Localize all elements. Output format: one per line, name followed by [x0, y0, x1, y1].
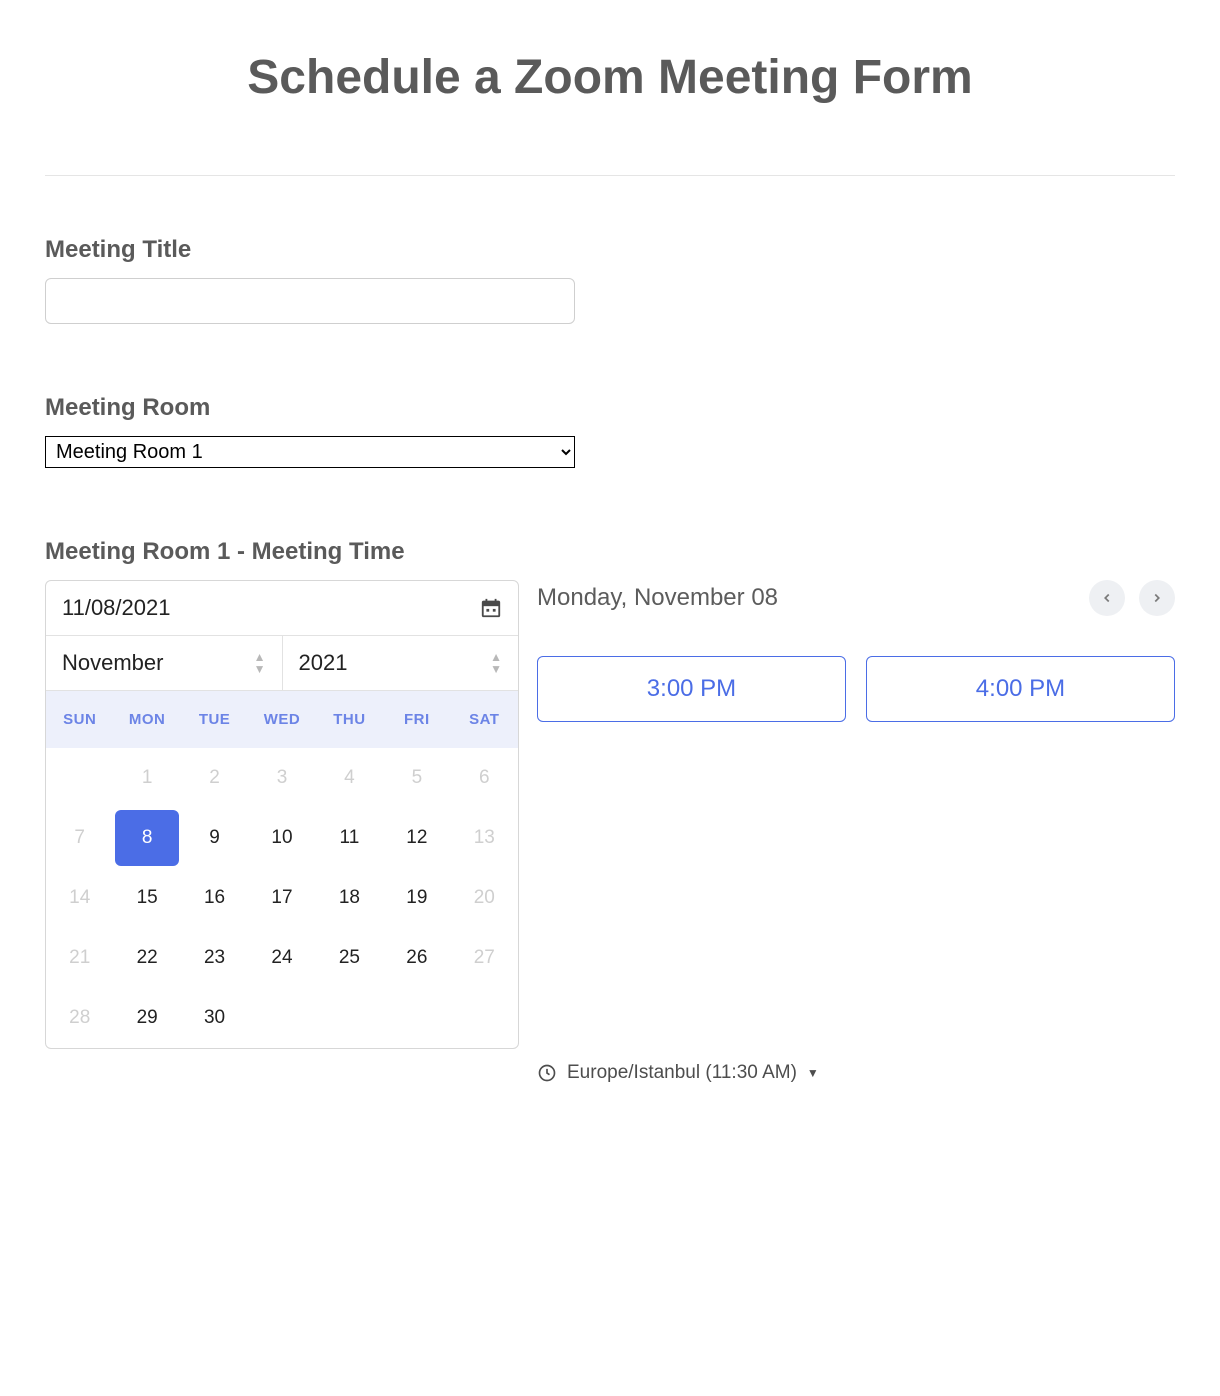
calendar-day: 7	[46, 808, 113, 868]
time-panel: Monday, November 08	[537, 580, 1175, 1084]
calendar-day: 1	[113, 748, 180, 808]
calendar-day[interactable]: 24	[248, 928, 315, 988]
meeting-title-label: Meeting Title	[45, 236, 1175, 264]
year-selector[interactable]: 2021 ▲ ▼	[283, 636, 519, 690]
next-day-button[interactable]	[1139, 580, 1175, 616]
calendar-day: 28	[46, 988, 113, 1048]
date-value: 11/08/2021	[62, 595, 170, 621]
calendar-day[interactable]: 10	[248, 808, 315, 868]
chevron-left-icon	[1100, 591, 1114, 605]
calendar-day	[248, 988, 315, 1048]
year-up-icon[interactable]: ▲	[490, 652, 502, 662]
calendar-day[interactable]: 15	[113, 868, 180, 928]
calendar-day[interactable]: 19	[383, 868, 450, 928]
calendar-day[interactable]: 11	[316, 808, 383, 868]
calendar-day[interactable]: 29	[113, 988, 180, 1048]
calendar-day: 14	[46, 868, 113, 928]
time-slot-button[interactable]: 3:00 PM	[537, 656, 846, 722]
calendar-dow-cell: MON	[113, 711, 180, 728]
prev-day-button[interactable]	[1089, 580, 1125, 616]
calendar-grid: 1234567891011121314151617181920212223242…	[46, 748, 518, 1048]
calendar-day[interactable]: 25	[316, 928, 383, 988]
meeting-room-select[interactable]: Meeting Room 1	[45, 436, 575, 468]
calendar-day[interactable]: 8	[113, 808, 180, 868]
meeting-time-label: Meeting Room 1 - Meeting Time	[45, 538, 1175, 566]
year-spinners: ▲ ▼	[490, 652, 502, 674]
calendar-day	[316, 988, 383, 1048]
selected-date-display: Monday, November 08	[537, 584, 778, 612]
calendar-day[interactable]: 18	[316, 868, 383, 928]
calendar-day	[46, 748, 113, 808]
calendar-day[interactable]: 23	[181, 928, 248, 988]
calendar-day[interactable]: 26	[383, 928, 450, 988]
divider	[45, 175, 1175, 176]
timezone-selector[interactable]: Europe/Istanbul (11:30 AM) ▼	[537, 1062, 1175, 1084]
calendar-day	[383, 988, 450, 1048]
month-selector[interactable]: November ▲ ▼	[46, 636, 283, 690]
calendar-day[interactable]: 16	[181, 868, 248, 928]
calendar-day: 5	[383, 748, 450, 808]
calendar-dow-header: SUNMONTUEWEDTHUFRISAT	[46, 691, 518, 748]
clock-icon	[537, 1063, 557, 1083]
timezone-text: Europe/Istanbul (11:30 AM)	[567, 1062, 797, 1084]
calendar-day: 13	[451, 808, 518, 868]
calendar-day[interactable]: 17	[248, 868, 315, 928]
calendar-day: 2	[181, 748, 248, 808]
calendar-day[interactable]: 22	[113, 928, 180, 988]
calendar-day: 3	[248, 748, 315, 808]
calendar-day[interactable]: 30	[181, 988, 248, 1048]
calendar-dow-cell: WED	[248, 711, 315, 728]
month-spinners: ▲ ▼	[254, 652, 266, 674]
calendar-day: 4	[316, 748, 383, 808]
month-up-icon[interactable]: ▲	[254, 652, 266, 662]
meeting-room-label: Meeting Room	[45, 394, 1175, 422]
chevron-right-icon	[1150, 591, 1164, 605]
time-slots: 3:00 PM 4:00 PM	[537, 656, 1175, 722]
year-down-icon[interactable]: ▼	[490, 664, 502, 674]
caret-down-icon: ▼	[807, 1066, 819, 1080]
page-title: Schedule a Zoom Meeting Form	[45, 50, 1175, 105]
calendar-dow-cell: SUN	[46, 711, 113, 728]
date-input[interactable]: 11/08/2021	[46, 581, 518, 636]
calendar-day[interactable]: 9	[181, 808, 248, 868]
year-label: 2021	[299, 650, 348, 676]
month-label: November	[62, 650, 163, 676]
meeting-title-input[interactable]	[45, 278, 575, 324]
calendar-day: 27	[451, 928, 518, 988]
time-slot-button[interactable]: 4:00 PM	[866, 656, 1175, 722]
calendar-dow-cell: TUE	[181, 711, 248, 728]
calendar-dow-cell: THU	[316, 711, 383, 728]
calendar-day: 21	[46, 928, 113, 988]
calendar: 11/08/2021 November ▲ ▼ 2021	[45, 580, 519, 1049]
calendar-icon	[480, 597, 502, 619]
calendar-dow-cell: FRI	[383, 711, 450, 728]
calendar-day	[451, 988, 518, 1048]
calendar-dow-cell: SAT	[451, 711, 518, 728]
calendar-day[interactable]: 12	[383, 808, 450, 868]
month-down-icon[interactable]: ▼	[254, 664, 266, 674]
calendar-day: 20	[451, 868, 518, 928]
calendar-day: 6	[451, 748, 518, 808]
